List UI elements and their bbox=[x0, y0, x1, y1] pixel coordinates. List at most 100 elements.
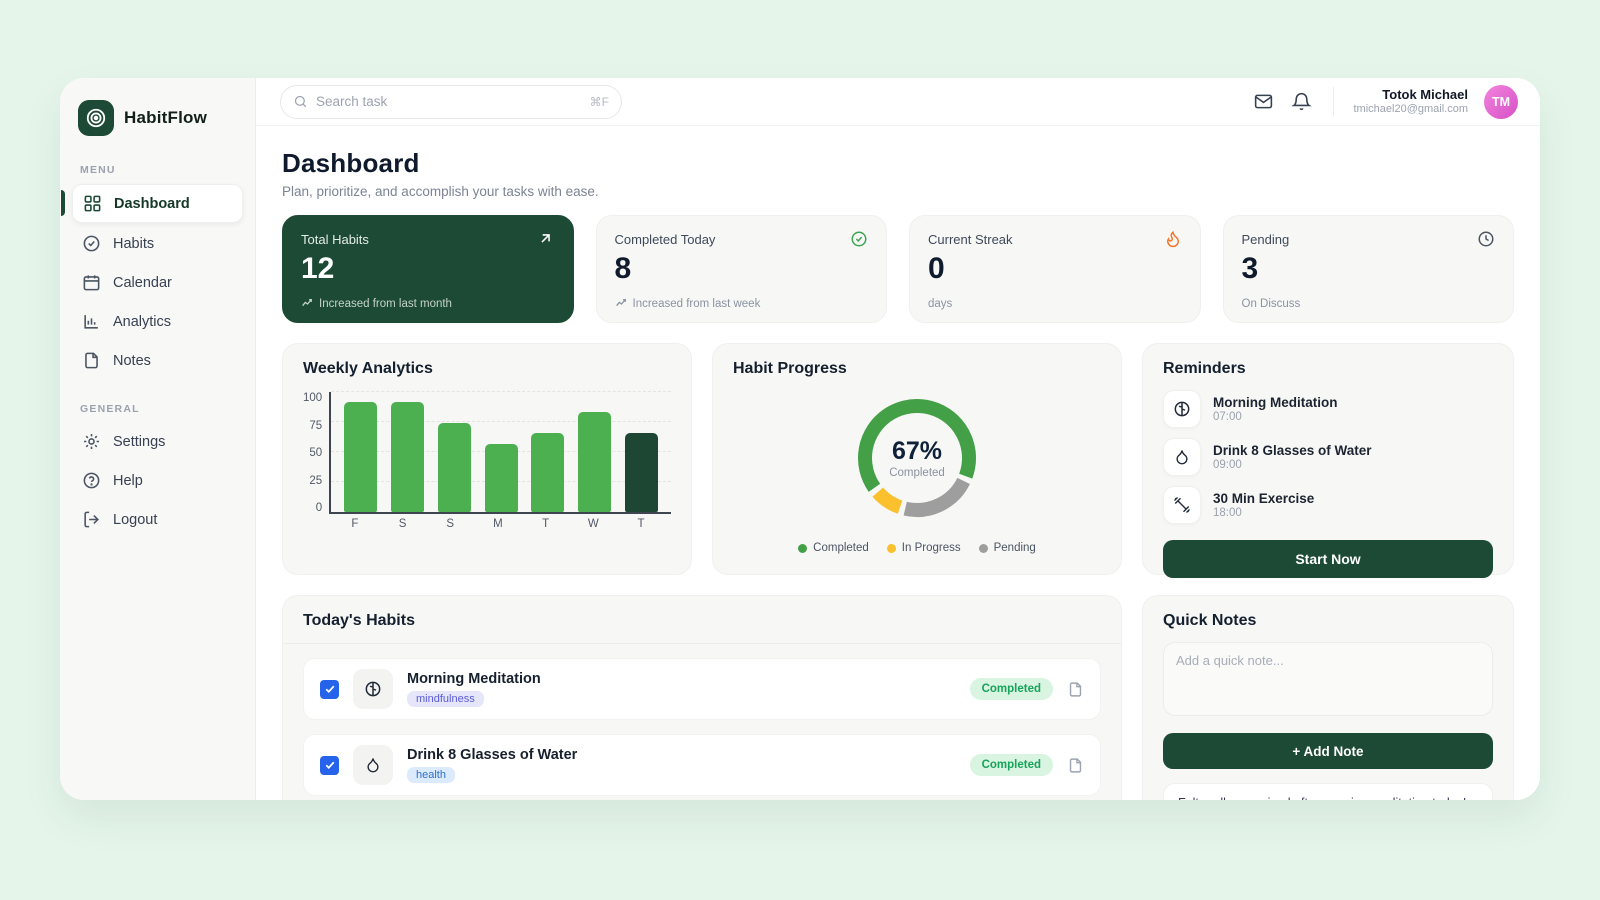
donut-legend: Completed In Progress Pending bbox=[733, 542, 1101, 554]
general-nav: Settings Help Logout bbox=[72, 423, 243, 538]
quick-notes-title: Quick Notes bbox=[1163, 612, 1493, 630]
sidebar-item-label: Logout bbox=[113, 512, 157, 528]
habit-progress-title: Habit Progress bbox=[733, 360, 1101, 378]
sidebar-item-settings[interactable]: Settings bbox=[72, 423, 243, 460]
legend-in-progress: In Progress bbox=[887, 542, 961, 554]
stat-label: Pending bbox=[1242, 232, 1290, 247]
stat-card-pending[interactable]: Pending 3 On Discuss bbox=[1223, 215, 1515, 323]
menu-nav: Dashboard Habits Calendar Analytics bbox=[72, 184, 243, 379]
sidebar-item-habits[interactable]: Habits bbox=[72, 225, 243, 262]
chart-x-axis: FSSMTWT bbox=[303, 514, 671, 530]
habit-progress-card: Habit Progress 67% Completed Completed I… bbox=[712, 343, 1122, 575]
sidebar-item-logout[interactable]: Logout bbox=[72, 501, 243, 538]
weekly-analytics-card: Weekly Analytics 1007550250 FSSMTWT bbox=[282, 343, 692, 575]
chart-y-axis: 1007550250 bbox=[303, 392, 329, 514]
stat-label: Total Habits bbox=[301, 232, 369, 247]
sidebar-item-help[interactable]: Help bbox=[72, 462, 243, 499]
sidebar-item-dashboard[interactable]: Dashboard bbox=[72, 184, 243, 223]
donut-percentage: 67% bbox=[892, 437, 942, 466]
reminder-item: Drink 8 Glasses of Water 09:00 bbox=[1163, 438, 1493, 476]
bar-S-2 bbox=[438, 423, 471, 512]
bottom-row: Today's Habits Morning Meditation mindfu… bbox=[282, 595, 1514, 800]
status-badge: Completed bbox=[970, 678, 1053, 700]
page-title: Dashboard bbox=[282, 148, 1514, 179]
sidebar-item-calendar[interactable]: Calendar bbox=[72, 264, 243, 301]
file-icon bbox=[82, 351, 101, 370]
app-window: HabitFlow MENU Dashboard Habits Calenda bbox=[60, 78, 1540, 800]
flame-icon bbox=[1164, 230, 1182, 248]
note-doc-icon[interactable] bbox=[1067, 681, 1084, 698]
droplet-icon bbox=[1163, 438, 1201, 476]
dumbbell-icon bbox=[1163, 486, 1201, 524]
habit-checkbox[interactable] bbox=[320, 756, 339, 775]
stat-label: Completed Today bbox=[615, 232, 716, 247]
stat-caption: Increased from last week bbox=[615, 297, 869, 310]
stat-card-completed-today[interactable]: Completed Today 8 Increased from last we… bbox=[596, 215, 888, 323]
app-logo: HabitFlow bbox=[72, 96, 243, 154]
stat-caption: days bbox=[928, 298, 1182, 310]
quick-note-input[interactable] bbox=[1163, 642, 1493, 716]
check-circle-icon bbox=[82, 234, 101, 253]
reminder-item: 30 Min Exercise 18:00 bbox=[1163, 486, 1493, 524]
gear-icon bbox=[82, 432, 101, 451]
brain-icon bbox=[1163, 390, 1201, 428]
reminder-time: 18:00 bbox=[1213, 507, 1314, 519]
check-circle-icon bbox=[850, 230, 868, 248]
sidebar-item-label: Notes bbox=[113, 353, 151, 369]
search-input[interactable] bbox=[316, 94, 582, 109]
reminder-name: 30 Min Exercise bbox=[1213, 491, 1314, 506]
gridline bbox=[331, 421, 671, 422]
sidebar-item-analytics[interactable]: Analytics bbox=[72, 303, 243, 340]
mail-icon[interactable] bbox=[1253, 91, 1275, 113]
stat-card-total-habits[interactable]: Total Habits 12 Increased from last mont… bbox=[282, 215, 574, 323]
habit-progress-donut: 67% Completed bbox=[847, 388, 987, 528]
habit-name: Morning Meditation bbox=[407, 671, 541, 687]
main-panel: Dashboard Plan, prioritize, and accompli… bbox=[256, 126, 1540, 800]
bar-S-1 bbox=[391, 402, 424, 512]
middle-row: Weekly Analytics 1007550250 FSSMTWT Habi… bbox=[282, 343, 1514, 575]
search-icon bbox=[293, 94, 308, 109]
stat-value: 0 bbox=[928, 252, 1182, 286]
reminder-time: 09:00 bbox=[1213, 459, 1372, 471]
reminders-card: Reminders Morning Meditation 07:00 bbox=[1142, 343, 1514, 575]
sidebar-item-label: Settings bbox=[113, 434, 165, 450]
habit-row-morning-meditation[interactable]: Morning Meditation mindfulness Completed bbox=[303, 658, 1101, 720]
user-name: Totok Michael bbox=[1354, 87, 1469, 103]
reminder-item: Morning Meditation 07:00 bbox=[1163, 390, 1493, 428]
reminders-title: Reminders bbox=[1163, 360, 1493, 378]
stat-card-current-streak[interactable]: Current Streak 0 days bbox=[909, 215, 1201, 323]
dashboard-grid-icon bbox=[83, 194, 102, 213]
start-now-button[interactable]: Start Now bbox=[1163, 540, 1493, 578]
search-box[interactable]: ⌘F bbox=[280, 85, 622, 119]
add-note-button[interactable]: + Add Note bbox=[1163, 733, 1493, 769]
content-area: ⌘F Totok Michael tmichael20@gmail.com TM… bbox=[256, 78, 1540, 800]
reminder-time: 07:00 bbox=[1213, 411, 1337, 423]
weekly-analytics-chart: 1007550250 bbox=[303, 392, 671, 514]
habit-row-drink-water[interactable]: Drink 8 Glasses of Water health Complete… bbox=[303, 734, 1101, 796]
brain-icon bbox=[353, 669, 393, 709]
bell-icon[interactable] bbox=[1291, 91, 1313, 113]
todays-habits-card: Today's Habits Morning Meditation mindfu… bbox=[282, 595, 1122, 800]
app-name: HabitFlow bbox=[124, 108, 207, 128]
droplet-icon bbox=[353, 745, 393, 785]
bar-W-5 bbox=[578, 412, 611, 512]
bar-T-6 bbox=[625, 433, 658, 512]
search-shortcut-hint: ⌘F bbox=[590, 95, 609, 109]
sidebar-item-label: Calendar bbox=[113, 275, 172, 291]
sidebar-item-notes[interactable]: Notes bbox=[72, 342, 243, 379]
habit-checkbox[interactable] bbox=[320, 680, 339, 699]
stat-value: 8 bbox=[615, 252, 869, 286]
avatar[interactable]: TM bbox=[1484, 85, 1518, 119]
stats-row: Total Habits 12 Increased from last mont… bbox=[282, 215, 1514, 323]
note-doc-icon[interactable] bbox=[1067, 757, 1084, 774]
sidebar: HabitFlow MENU Dashboard Habits Calenda bbox=[60, 78, 256, 800]
habit-tag: mindfulness bbox=[407, 691, 484, 707]
sidebar-item-label: Habits bbox=[113, 236, 154, 252]
user-info: Totok Michael tmichael20@gmail.com bbox=[1354, 87, 1469, 117]
habit-name: Drink 8 Glasses of Water bbox=[407, 747, 577, 763]
user-email: tmichael20@gmail.com bbox=[1354, 103, 1469, 117]
sidebar-item-label: Analytics bbox=[113, 314, 171, 330]
legend-completed: Completed bbox=[798, 542, 869, 554]
sidebar-item-label: Dashboard bbox=[114, 196, 190, 212]
status-badge: Completed bbox=[970, 754, 1053, 776]
